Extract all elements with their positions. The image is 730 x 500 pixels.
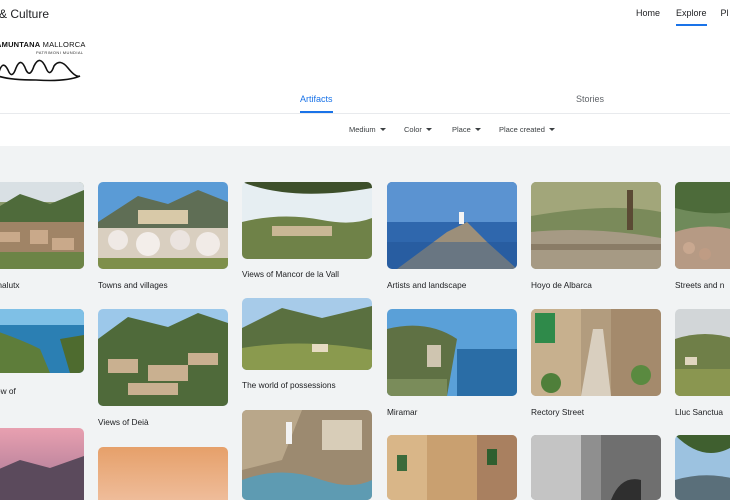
artifact-image[interactable] (98, 309, 228, 406)
artifact-image[interactable] (242, 410, 372, 500)
artifact-title[interactable]: Streets and n (675, 280, 724, 291)
logo-title: AMUNTANA MALLORCA (0, 40, 86, 49)
artifact-image[interactable] (242, 182, 372, 259)
artifact-title[interactable]: Towns and villages (98, 280, 168, 291)
nav-explore[interactable]: Explore (676, 8, 707, 26)
top-bar: & Culture Home Explore Pl (0, 0, 730, 30)
artifact-title[interactable]: Lluc Sanctua (675, 407, 723, 418)
artifact-image[interactable] (387, 435, 517, 500)
caret-down-icon (474, 128, 481, 131)
artifact-title[interactable]: Hoyo de Albarca (531, 280, 592, 291)
artifact-image[interactable] (0, 309, 84, 373)
caret-down-icon (548, 128, 555, 131)
artifact-image[interactable] (531, 182, 661, 269)
filter-color[interactable]: Color (404, 125, 432, 134)
brand-title[interactable]: & Culture (0, 7, 49, 21)
artifact-image[interactable] (675, 435, 730, 500)
partner-logo: AMUNTANA MALLORCA PATRIMONI MUNDIAL (0, 40, 86, 86)
artifact-title[interactable]: Miramar (387, 407, 417, 418)
artifact-title[interactable]: Artists and landscape (387, 280, 466, 291)
top-nav: Home Explore Pl (636, 8, 729, 26)
artifact-title[interactable]: The world of possessions (242, 380, 336, 391)
artifact-image[interactable] (98, 182, 228, 269)
caret-down-icon (379, 128, 386, 131)
nav-play[interactable]: Pl (721, 8, 729, 26)
artifact-image[interactable] (98, 447, 228, 500)
filter-bar: Medium Color Place Place created (0, 114, 730, 146)
artifact-image[interactable] (387, 182, 517, 269)
artifact-title[interactable]: Views of Mancor de la Vall (242, 269, 339, 280)
artifact-image[interactable] (0, 182, 84, 269)
artifact-image[interactable] (531, 435, 661, 500)
filter-medium[interactable]: Medium (349, 125, 386, 134)
artifact-title[interactable]: view of (0, 386, 16, 397)
filter-place-created[interactable]: Place created (499, 125, 555, 134)
mountain-logo-icon (0, 59, 81, 82)
artifact-title[interactable]: ornalutx (0, 280, 20, 291)
artifact-image[interactable] (675, 309, 730, 396)
tab-stories[interactable]: Stories (576, 94, 604, 104)
tab-bar: Artifacts Stories (0, 88, 730, 114)
artifact-title[interactable]: Views of Deià (98, 417, 149, 428)
nav-home[interactable]: Home (636, 8, 660, 26)
tab-artifacts[interactable]: Artifacts (300, 94, 333, 113)
artifact-image[interactable] (675, 182, 730, 269)
artifact-image[interactable] (242, 298, 372, 370)
artifact-title[interactable]: Rectory Street (531, 407, 584, 418)
artifact-image[interactable] (0, 428, 84, 500)
artifact-image[interactable] (531, 309, 661, 396)
artifact-image[interactable] (387, 309, 517, 396)
filter-place[interactable]: Place (452, 125, 481, 134)
caret-down-icon (425, 128, 432, 131)
